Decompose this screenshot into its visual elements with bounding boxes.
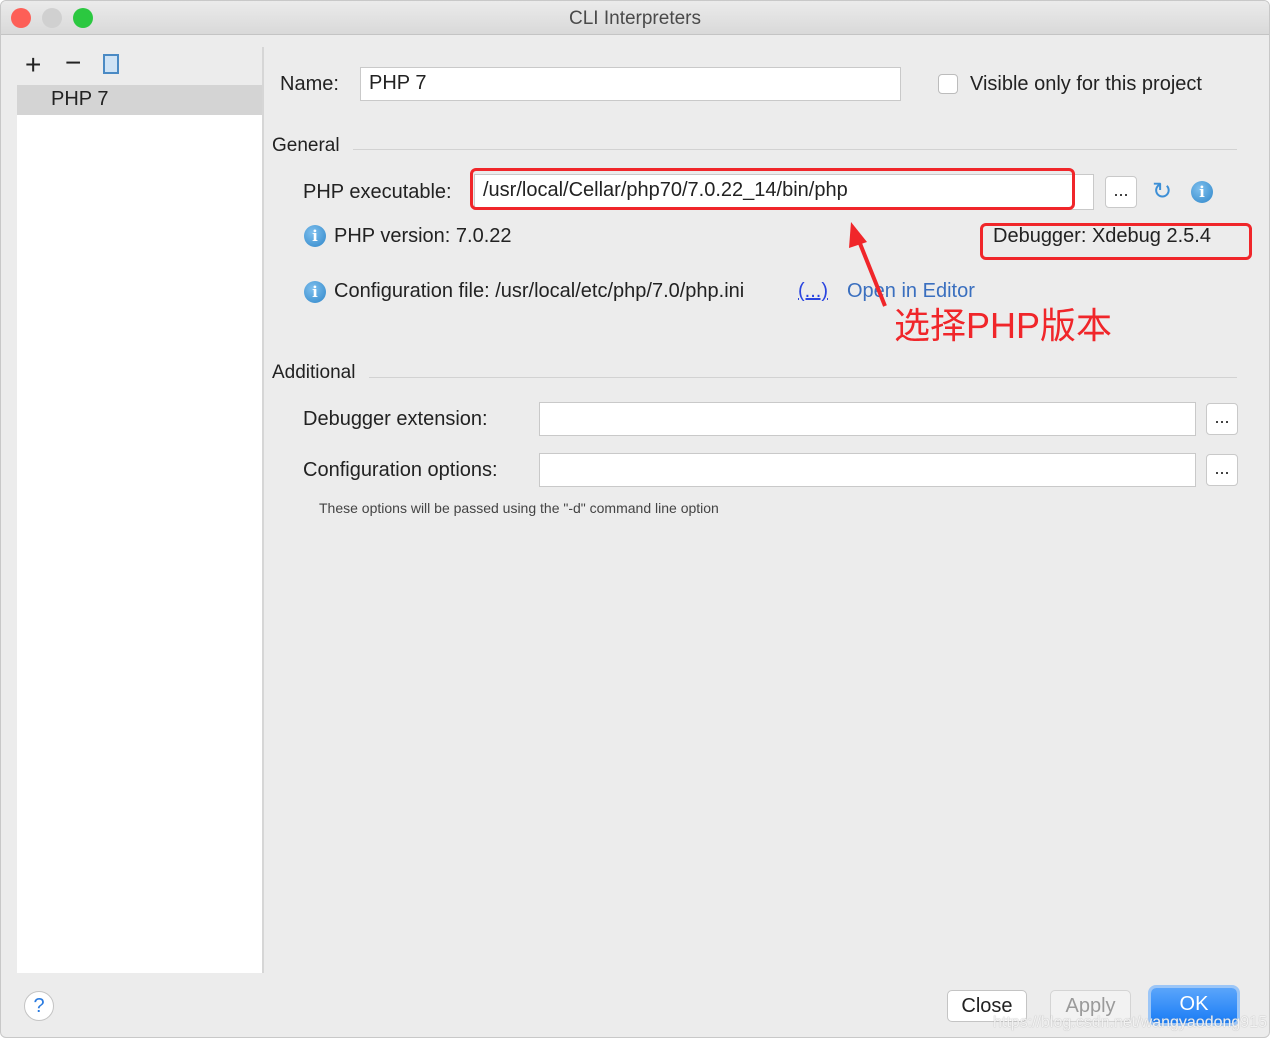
help-button[interactable]: ? — [24, 991, 54, 1021]
dialog-window: CLI Interpreters + − PHP 7 Name: PHP 7 V… — [0, 0, 1270, 1038]
add-icon[interactable]: + — [25, 49, 41, 81]
highlight-box-debugger — [980, 223, 1252, 260]
annotation-arrow — [849, 222, 887, 307]
info-icon[interactable]: i — [1191, 181, 1213, 203]
browse-debugger-extension-button[interactable]: ... — [1206, 403, 1238, 435]
window-title: CLI Interpreters — [569, 8, 701, 29]
general-divider — [353, 149, 1237, 150]
list-item-php7[interactable]: PHP 7 — [17, 85, 262, 115]
name-input[interactable]: PHP 7 — [360, 67, 901, 101]
visible-only-checkbox[interactable] — [938, 74, 958, 94]
debugger-extension-label: Debugger extension: — [303, 408, 488, 430]
configuration-options-label: Configuration options: — [303, 459, 498, 481]
php-version-text: PHP version: 7.0.22 — [334, 225, 512, 247]
general-section-label: General — [272, 135, 340, 156]
config-file-text: Configuration file: /usr/local/etc/php/7… — [334, 280, 745, 302]
list-toolbar: + − — [17, 47, 262, 85]
additional-divider — [369, 377, 1237, 378]
annotation-text: 选择PHP版本 — [894, 305, 1113, 346]
debugger-extension-input[interactable] — [539, 402, 1196, 436]
highlight-box-executable — [470, 168, 1075, 210]
visible-only-label: Visible only for this project — [970, 73, 1202, 95]
configuration-options-input[interactable] — [539, 453, 1196, 487]
info-icon: i — [304, 225, 326, 247]
php-executable-label: PHP executable: — [303, 181, 452, 203]
additional-section-label: Additional — [272, 362, 356, 383]
info-icon: i — [304, 281, 326, 303]
copy-icon[interactable] — [103, 54, 119, 74]
name-label: Name: — [280, 73, 339, 95]
reload-icon[interactable]: ↻ — [1152, 177, 1172, 206]
browse-executable-button[interactable]: ... — [1105, 176, 1137, 208]
title-bar: CLI Interpreters — [1, 1, 1269, 35]
interpreter-list: + − PHP 7 — [17, 47, 264, 973]
config-file-link[interactable]: (...) — [798, 280, 828, 303]
remove-icon[interactable]: − — [65, 47, 81, 79]
options-hint: These options will be passed using the "… — [319, 500, 719, 516]
watermark: https://blog.csdn.net/wangyaodong915 — [993, 1014, 1267, 1031]
browse-configuration-options-button[interactable]: ... — [1206, 454, 1238, 486]
